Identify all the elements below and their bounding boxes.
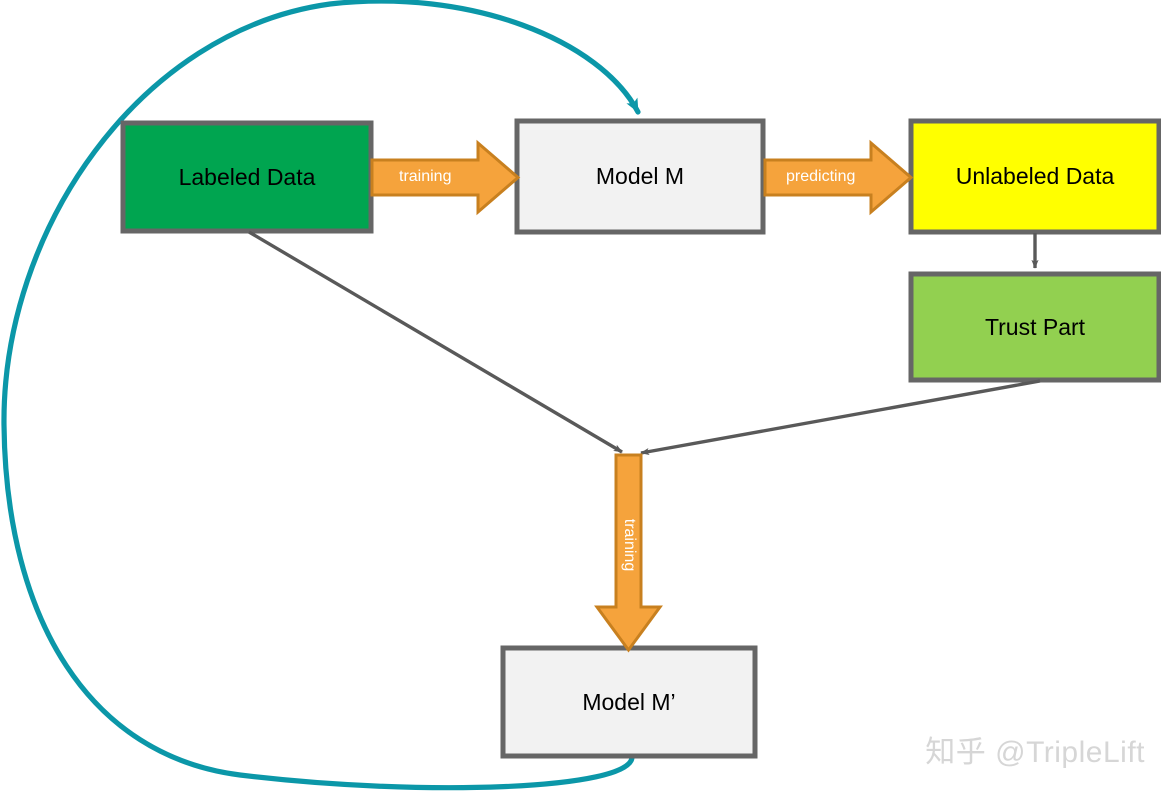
node-trust-part[interactable] (908, 271, 1161, 383)
node-labeled-data[interactable] (120, 120, 374, 234)
edge-trust-to-training2 (640, 379, 1041, 456)
node-model-m[interactable] (514, 118, 766, 235)
edge-predicting (763, 139, 914, 216)
edge-training-2 (594, 453, 663, 653)
diagram-svg (1, 0, 1161, 791)
watermark: 知乎 @TripleLift (925, 736, 1145, 769)
diagram-canvas: Labeled Data Model M Unlabeled Data Trus… (0, 0, 1161, 797)
node-model-m-prime[interactable] (500, 645, 758, 759)
edge-training-1 (370, 139, 521, 216)
edge-labeled-to-training2 (248, 230, 623, 454)
node-unlabeled-data[interactable] (908, 118, 1161, 235)
